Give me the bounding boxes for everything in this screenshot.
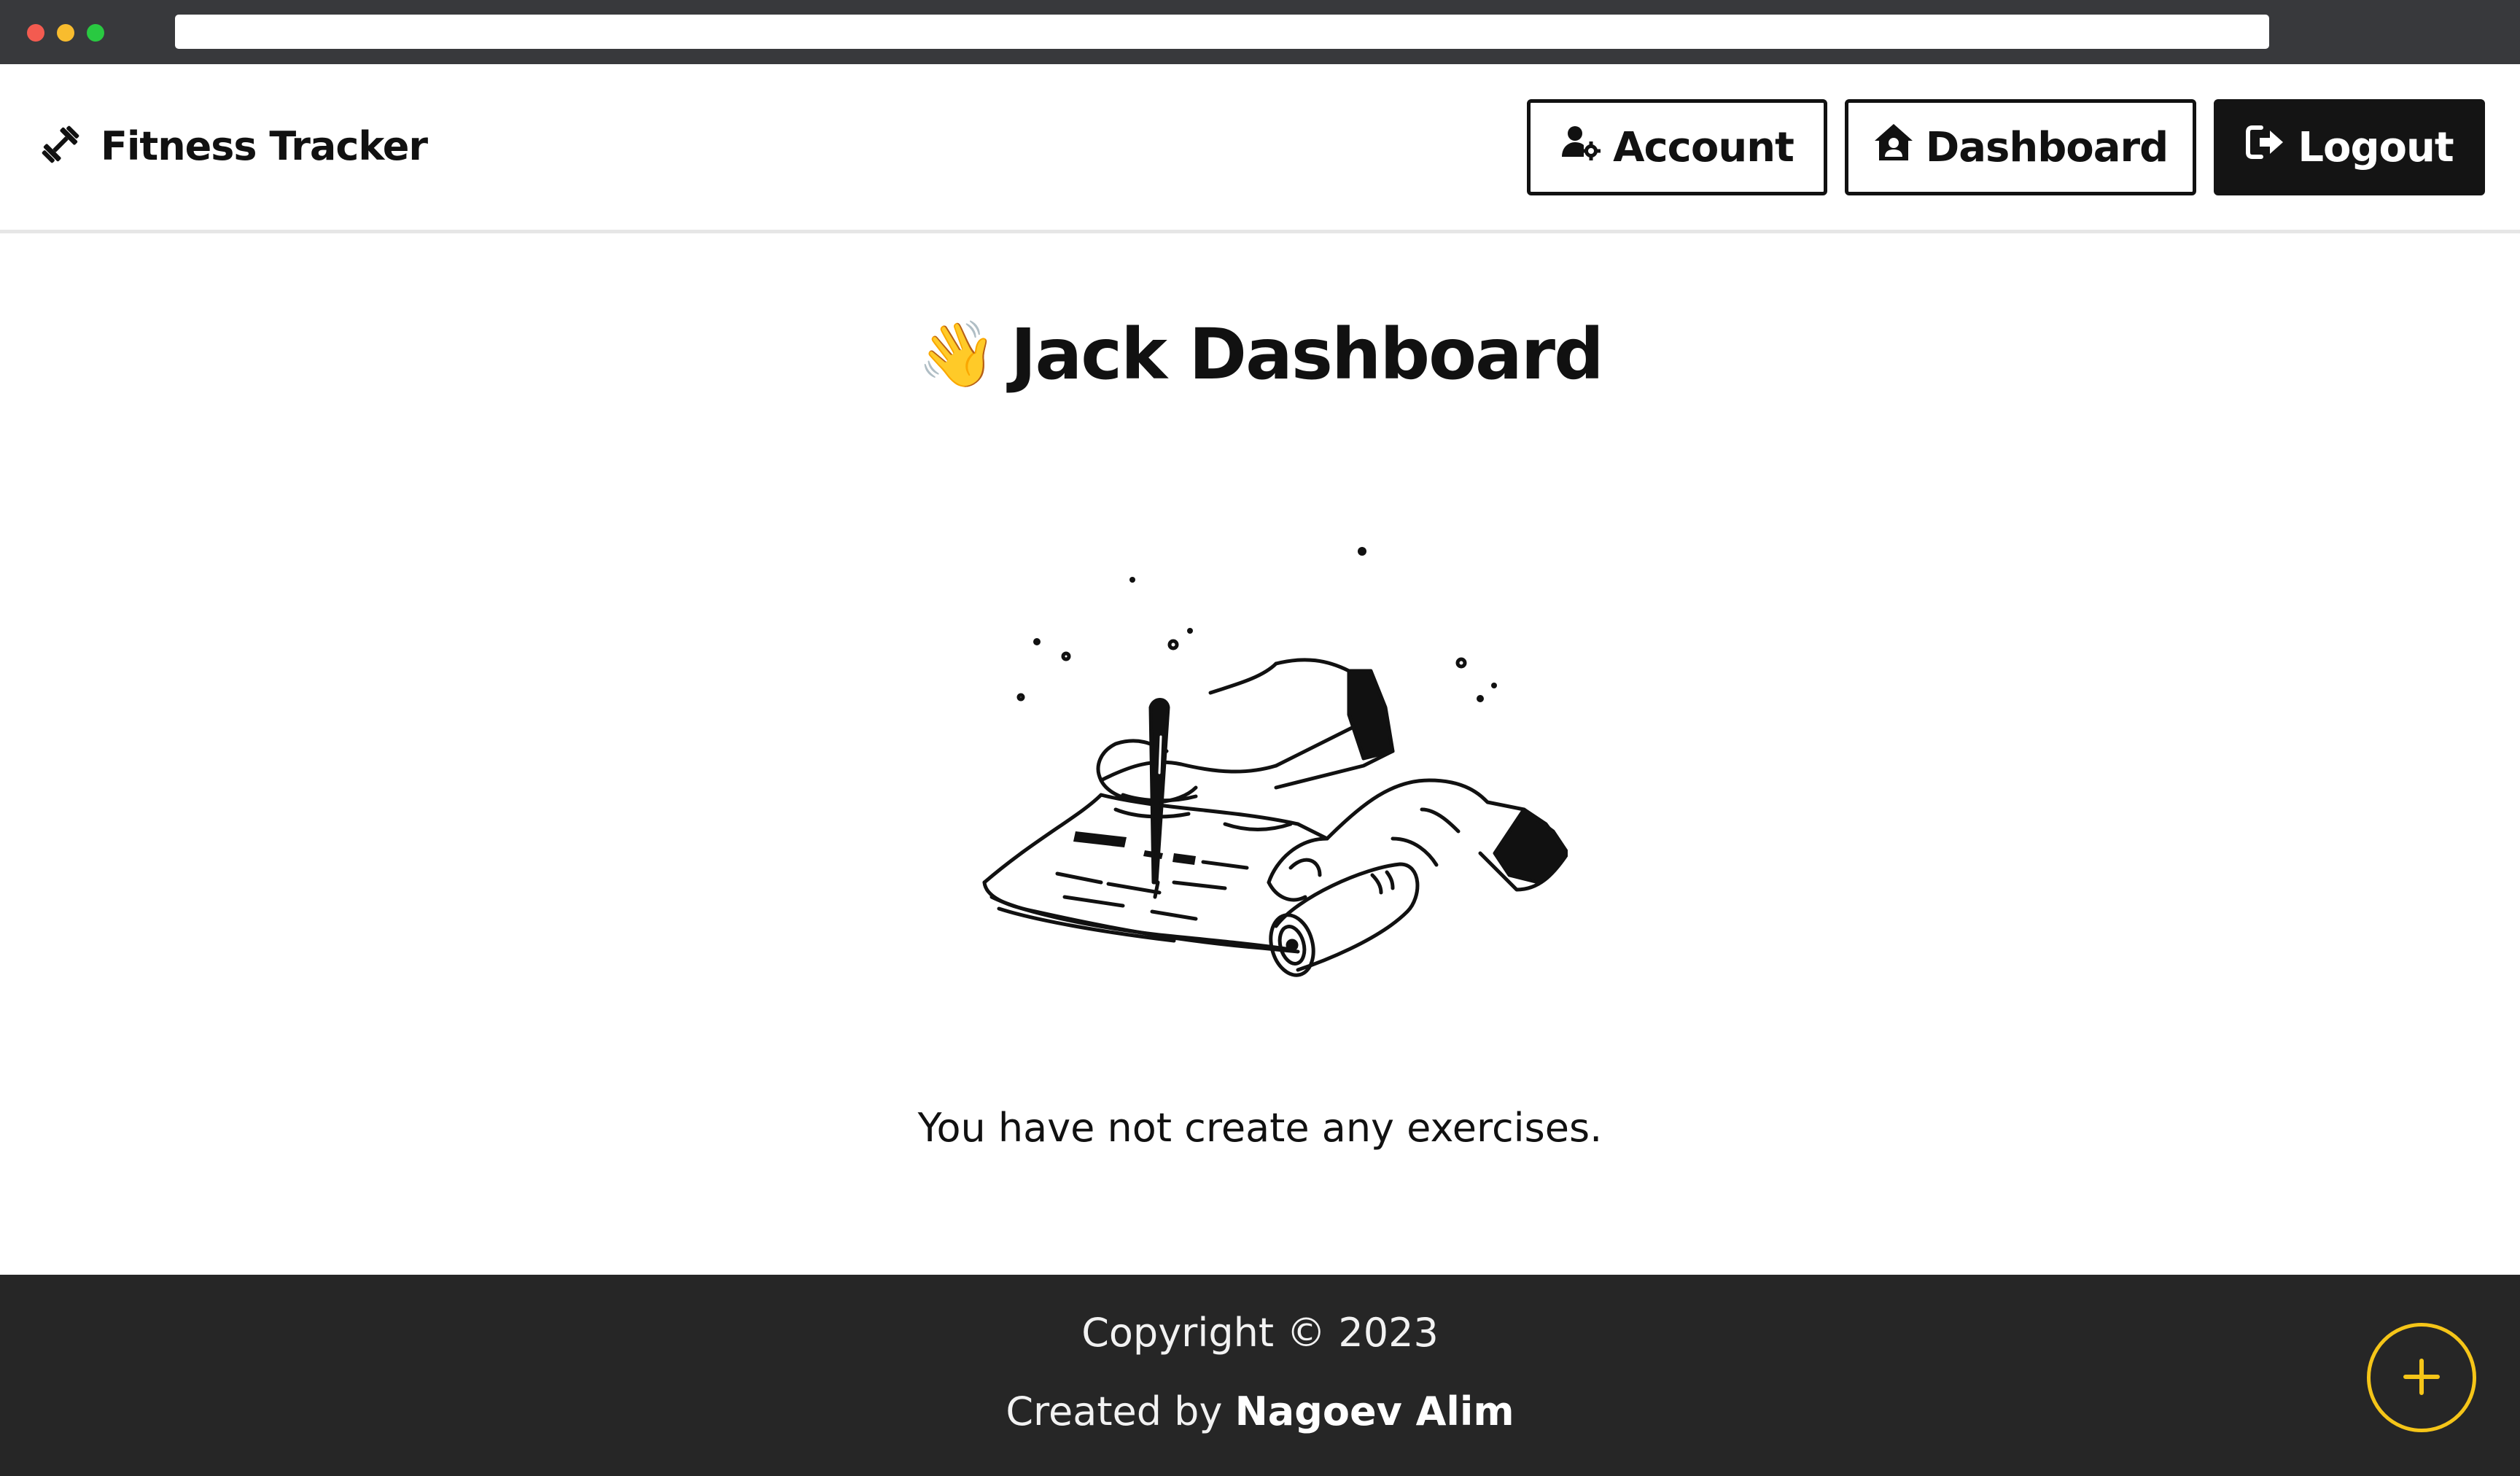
add-exercise-button[interactable] (2367, 1323, 2476, 1432)
user-gear-icon (1560, 122, 1601, 173)
credits-prefix: Created by (1006, 1388, 1235, 1434)
window-maximize-dot[interactable] (87, 24, 104, 42)
logout-icon (2245, 122, 2286, 173)
page-title: Jack Dashboard (1010, 314, 1604, 395)
browser-chrome (0, 0, 2520, 64)
navbar: Fitness Tracker Account Dashboard Logout (0, 64, 2520, 233)
window-close-dot[interactable] (27, 24, 44, 42)
dashboard-button[interactable]: Dashboard (1845, 99, 2196, 195)
credits-text: Created by Nagoev Alim (0, 1388, 2520, 1434)
author-link[interactable]: Nagoev Alim (1235, 1388, 1514, 1434)
address-bar[interactable] (175, 15, 2269, 49)
dumbbell-icon (36, 120, 85, 171)
dashboard-button-label: Dashboard (1925, 123, 2169, 171)
copyright-text: Copyright © 2023 (1081, 1310, 1439, 1356)
window-minimize-dot[interactable] (57, 24, 74, 42)
home-user-icon (1873, 122, 1914, 173)
wave-emoji-icon: 👋 (917, 316, 998, 392)
brand-title: Fitness Tracker (101, 123, 428, 169)
logout-button-label: Logout (2298, 123, 2454, 171)
account-button[interactable]: Account (1527, 99, 1827, 195)
account-button-label: Account (1613, 123, 1794, 171)
plus-icon (2400, 1355, 2443, 1401)
empty-state-illustration (955, 532, 1570, 984)
page-heading: 👋 Jack Dashboard (0, 314, 2520, 395)
logout-button[interactable]: Logout (2214, 99, 2485, 195)
footer: Copyright © 2023 Created by Nagoev Alim (0, 1275, 2520, 1476)
brand-link[interactable]: Fitness Tracker (36, 117, 428, 175)
empty-state-message: You have not create any exercises. (917, 1105, 1603, 1151)
